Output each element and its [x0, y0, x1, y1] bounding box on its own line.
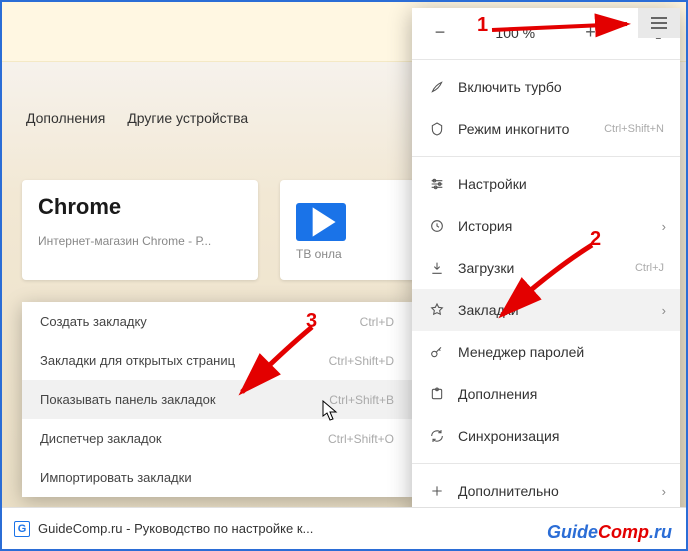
annotation-1: 1	[477, 14, 488, 37]
menu-passwords[interactable]: Менеджер паролей	[412, 331, 680, 373]
label: Закладки для открытых страниц	[40, 353, 235, 368]
tile-title: Chrome	[38, 194, 242, 220]
zoom-in-button[interactable]: +	[579, 22, 603, 43]
chevron-right-icon: ›	[662, 484, 666, 499]
tile-chrome[interactable]: Chrome Интернет-магазин Chrome - Р...	[22, 180, 258, 280]
shortcut: Ctrl+Shift+B	[329, 393, 394, 407]
tab-other-devices[interactable]: Другие устройства	[127, 110, 248, 126]
tab-addons[interactable]: Дополнения	[26, 110, 105, 126]
submenu-create-bookmark[interactable]: Создать закладку Ctrl+D	[22, 302, 412, 341]
chevron-right-icon: ›	[662, 219, 666, 234]
label: Настройки	[458, 176, 527, 192]
watermark: GuideComp.ru	[547, 522, 672, 543]
site-favicon: G	[14, 521, 30, 537]
tablo-tabs: Дополнения Другие устройства	[26, 110, 248, 126]
bookmark-item[interactable]: GuideComp.ru - Руководство по настройке …	[38, 521, 313, 536]
rocket-icon	[428, 78, 446, 96]
label: Загрузки	[458, 260, 514, 276]
label: Закладки	[458, 302, 519, 318]
menu-history[interactable]: История ›	[412, 205, 680, 247]
label: Режим инкогнито	[458, 121, 569, 137]
menu-turbo[interactable]: Включить турбо	[412, 66, 680, 108]
annotation-2: 2	[590, 228, 601, 251]
label: Синхронизация	[458, 428, 559, 444]
label: Создать закладку	[40, 314, 147, 329]
label: Включить турбо	[458, 79, 562, 95]
key-icon	[428, 343, 446, 361]
shortcut: Ctrl+Shift+O	[328, 432, 394, 446]
menu-more[interactable]: Дополнительно ›	[412, 470, 680, 512]
bookmarks-submenu: Создать закладку Ctrl+D Закладки для отк…	[22, 302, 412, 497]
play-icon	[296, 203, 346, 241]
menu-downloads[interactable]: Загрузки Ctrl+J	[412, 247, 680, 289]
chevron-right-icon: ›	[662, 303, 666, 318]
menu-incognito[interactable]: Режим инкогнито Ctrl+Shift+N	[412, 108, 680, 150]
label: Дополнения	[458, 386, 537, 402]
incognito-icon	[428, 120, 446, 138]
settings-icon	[428, 175, 446, 193]
label: Диспетчер закладок	[40, 431, 162, 446]
download-icon	[428, 259, 446, 277]
separator	[412, 59, 680, 60]
tile-subtitle: ТВ онла	[296, 247, 342, 261]
menu-bookmarks[interactable]: Закладки ›	[412, 289, 680, 331]
shortcut: Ctrl+D	[360, 315, 394, 329]
submenu-import-bookmarks[interactable]: Импортировать закладки	[22, 458, 412, 497]
main-menu: − 100 % + Включить турбо Режим инкогнито…	[412, 8, 680, 543]
history-icon	[428, 217, 446, 235]
label: Импортировать закладки	[40, 470, 192, 485]
label: История	[458, 218, 512, 234]
label: Показывать панель закладок	[40, 392, 216, 407]
zoom-out-button[interactable]: −	[428, 22, 452, 43]
menu-settings[interactable]: Настройки	[412, 163, 680, 205]
separator	[412, 463, 680, 464]
plus-icon	[428, 482, 446, 500]
label: Менеджер паролей	[458, 344, 584, 360]
sync-icon	[428, 427, 446, 445]
submenu-bookmarks-open-tabs[interactable]: Закладки для открытых страниц Ctrl+Shift…	[22, 341, 412, 380]
annotation-3: 3	[306, 310, 317, 333]
tile-subtitle: Интернет-магазин Chrome - Р...	[38, 234, 242, 248]
zoom-value: 100 %	[495, 25, 535, 41]
separator	[412, 156, 680, 157]
shortcut: Ctrl+Shift+D	[329, 354, 394, 368]
submenu-bookmark-manager[interactable]: Диспетчер закладок Ctrl+Shift+O	[22, 419, 412, 458]
menu-sync[interactable]: Синхронизация	[412, 415, 680, 457]
shortcut: Ctrl+Shift+N	[604, 123, 664, 135]
star-icon	[428, 301, 446, 319]
puzzle-icon	[428, 385, 446, 403]
hamburger-button[interactable]	[638, 8, 680, 38]
submenu-show-bookmarks-bar[interactable]: Показывать панель закладок Ctrl+Shift+B	[22, 380, 412, 419]
label: Дополнительно	[458, 483, 559, 499]
shortcut: Ctrl+J	[635, 262, 664, 274]
menu-addons[interactable]: Дополнения	[412, 373, 680, 415]
